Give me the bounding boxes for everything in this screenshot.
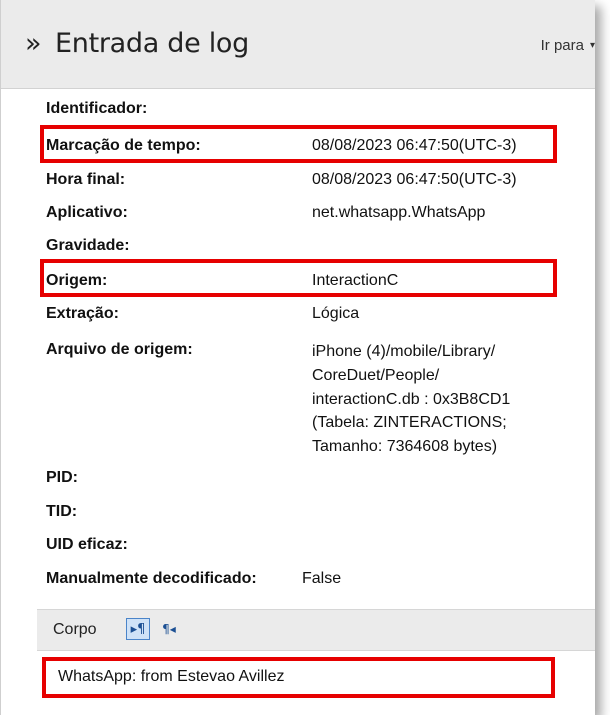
- label-identificador: Identificador:: [46, 100, 148, 117]
- panel-header: » Entrada de log Ir para ▾: [1, 0, 595, 89]
- goto-label: Ir para: [540, 37, 584, 54]
- value-marcacao-de-tempo: 08/08/2023 06:47:50(UTC-3): [312, 137, 517, 154]
- label-gravidade: Gravidade:: [46, 237, 130, 254]
- label-pid: PID:: [46, 469, 78, 486]
- value-hora-final: 08/08/2023 06:47:50(UTC-3): [312, 171, 517, 188]
- value-arquivo-de-origem: iPhone (4)/mobile/Library/ CoreDuet/Peop…: [312, 340, 510, 459]
- value-aplicativo: net.whatsapp.WhatsApp: [312, 204, 486, 221]
- body-text: WhatsApp: from Estevao Avillez: [58, 668, 285, 685]
- label-hora-final: Hora final:: [46, 171, 126, 188]
- arquivo-line: CoreDuet/People/: [312, 366, 440, 384]
- arquivo-line: Tamanho: 7364608 bytes): [312, 438, 498, 456]
- label-aplicativo: Aplicativo:: [46, 204, 128, 221]
- arquivo-line: interactionC.db : 0x3B8CD1: [312, 390, 511, 408]
- label-origem: Origem:: [46, 272, 108, 289]
- arquivo-line: (Tabela: ZINTERACTIONS;: [312, 414, 507, 432]
- double-chevron-right-icon[interactable]: »: [25, 30, 42, 57]
- value-extracao: Lógica: [312, 305, 360, 322]
- goto-dropdown[interactable]: Ir para ▾: [541, 38, 595, 53]
- ltr-paragraph-icon[interactable]: ▸¶: [126, 618, 150, 640]
- panel-title: Entrada de log: [55, 28, 249, 59]
- arquivo-line: iPhone (4)/mobile/Library/: [312, 343, 496, 360]
- label-arquivo-de-origem: Arquivo de origem:: [46, 341, 193, 358]
- rtl-paragraph-icon[interactable]: ¶◂: [158, 618, 180, 640]
- chevron-down-icon: ▾: [589, 39, 595, 51]
- label-uid-eficaz: UID eficaz:: [46, 536, 128, 553]
- label-marcacao-de-tempo: Marcação de tempo:: [46, 137, 201, 154]
- label-tid: TID:: [46, 503, 78, 520]
- body-toolbar: Corpo ▸¶ ¶◂: [37, 609, 595, 651]
- highlight-box-origem: [40, 259, 557, 297]
- value-origem: InteractionC: [312, 272, 399, 289]
- label-extracao: Extração:: [46, 305, 119, 322]
- body-label: Corpo: [53, 621, 97, 638]
- log-entry-panel: » Entrada de log Ir para ▾ Identificador…: [0, 0, 595, 715]
- label-manualmente-decodificado: Manualmente decodificado:: [46, 570, 257, 587]
- value-manualmente-decodificado: False: [302, 570, 342, 587]
